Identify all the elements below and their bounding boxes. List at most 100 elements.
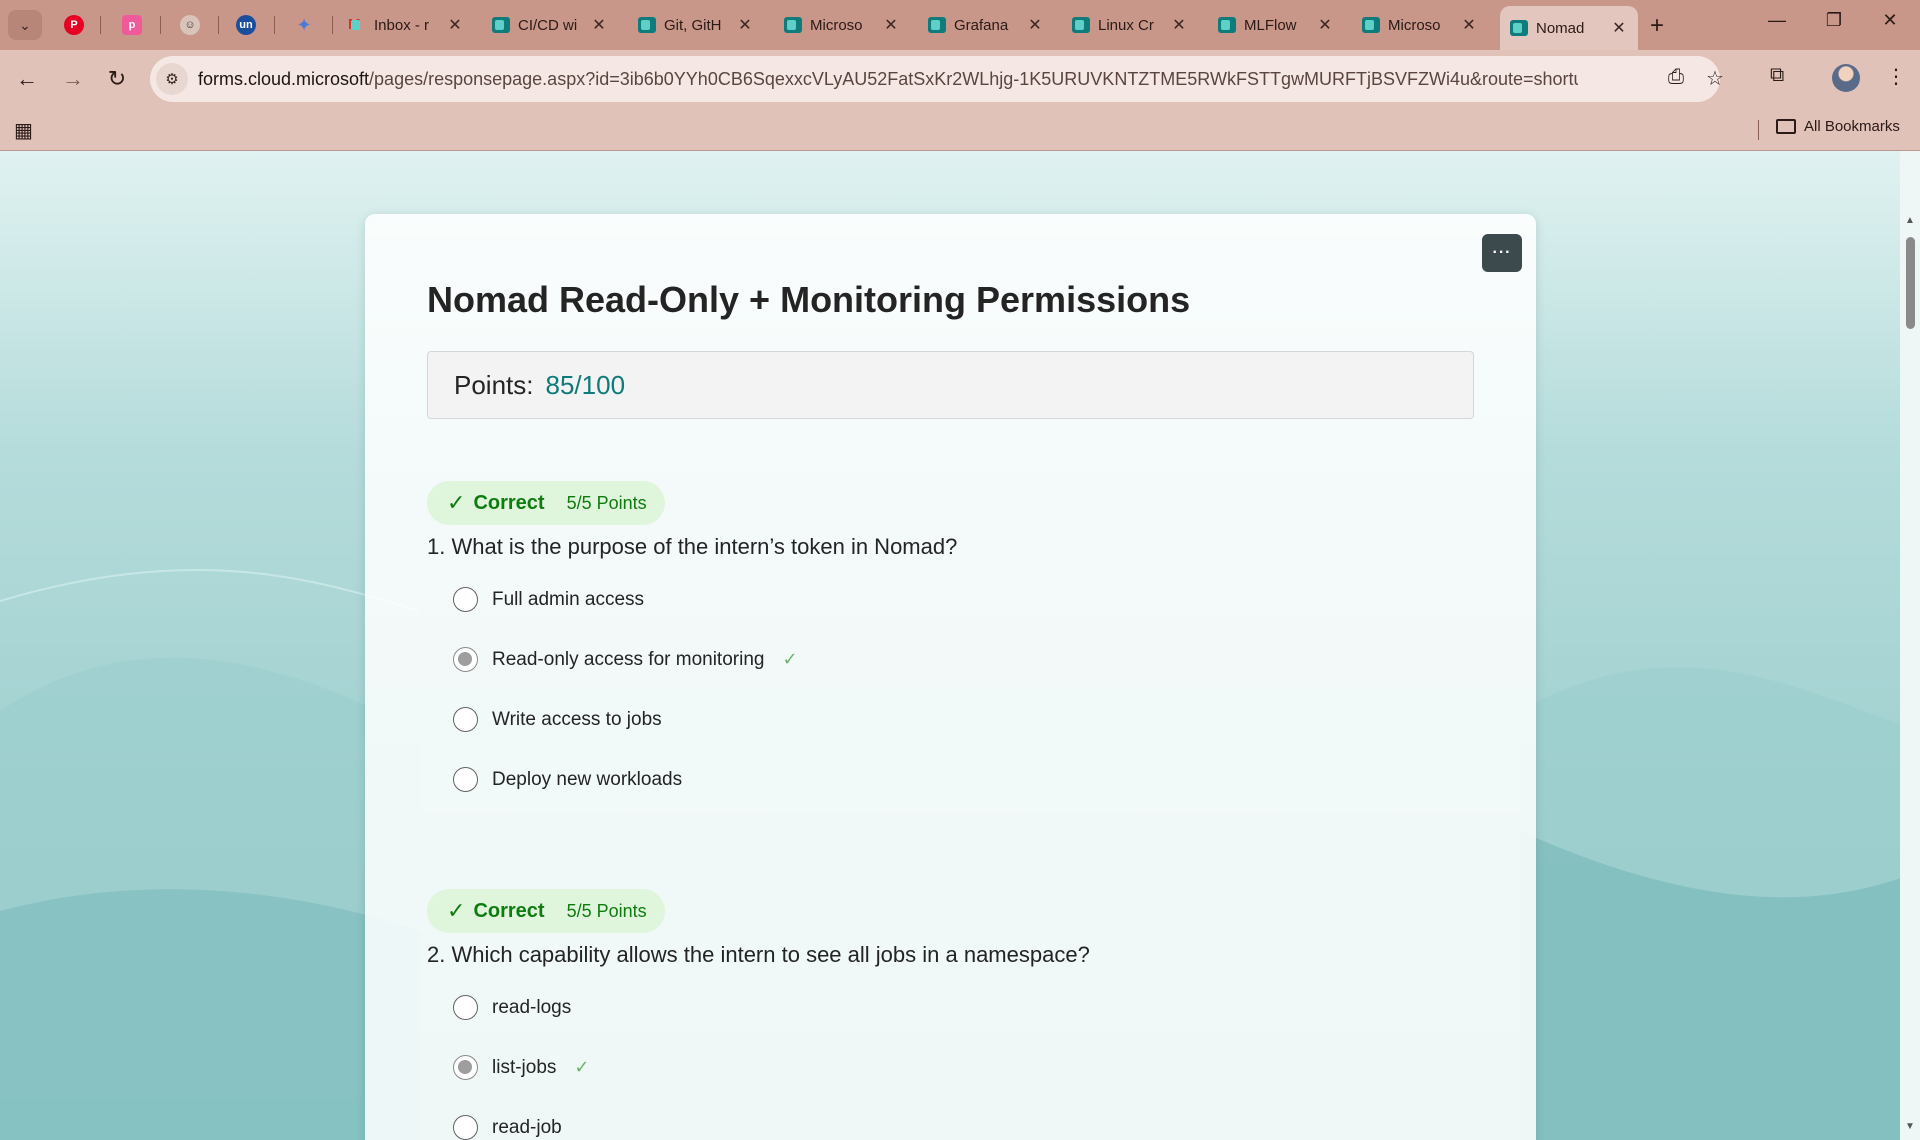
correct-check-icon: ✓ (782, 649, 798, 669)
more-icon: ··· (1492, 244, 1512, 261)
option-item[interactable]: Full admin access (453, 587, 644, 612)
tab-title: Git, GitH (664, 16, 722, 34)
checkmark-icon: ✓ (447, 898, 466, 923)
chevron-down-icon: ⌄ (19, 16, 31, 33)
points-label: Points: (454, 369, 534, 400)
gemini-icon: ✦ (296, 14, 312, 35)
close-icon[interactable]: ✕ (1460, 15, 1478, 35)
minimize-button[interactable]: — (1757, 10, 1797, 31)
close-icon[interactable]: ✕ (736, 15, 754, 35)
scrollbar-thumb[interactable] (1906, 237, 1915, 329)
result-status: Correct (473, 899, 545, 922)
reload-icon: ↻ (107, 66, 127, 91)
result-status: Correct (473, 491, 545, 514)
reload-button[interactable]: ↻ (102, 64, 132, 94)
result-badge: ✓ Correct 5/5 Points (427, 889, 665, 933)
tab-title: CI/CD wi (518, 16, 578, 34)
tab-nomad[interactable]: Nomad ✕ (1500, 6, 1638, 50)
forward-button[interactable]: → (58, 64, 88, 94)
pinned-tab-gemini[interactable]: ✦ (286, 10, 322, 40)
option-item[interactable]: list-jobs ✓ (453, 1055, 590, 1080)
option-item[interactable]: Write access to jobs (453, 707, 662, 732)
tab-strip: ⌄ P p ☺ un ✦ M Inbox - r ✕ CI/CD wi ✕ Gi… (0, 0, 1920, 50)
new-tab-button[interactable]: + (1650, 12, 1664, 40)
back-button[interactable]: ← (12, 64, 42, 94)
radio-button[interactable] (453, 587, 478, 612)
kebab-menu-icon[interactable]: ⋮ (1886, 64, 1906, 89)
restore-icon: ❐ (1825, 10, 1843, 30)
apps-grid-icon[interactable]: ▦ (14, 118, 33, 143)
all-bookmarks-button[interactable]: All Bookmarks (1776, 118, 1900, 135)
address-bar[interactable]: ⚙ forms.cloud.microsoft/pages/responsepa… (150, 56, 1724, 102)
tab-cicd[interactable]: CI/CD wi ✕ (482, 8, 618, 42)
pinterest-icon: P (64, 15, 84, 35)
result-points: 5/5 Points (566, 900, 647, 921)
tab-search-button[interactable]: ⌄ (8, 10, 42, 40)
tab-grafana[interactable]: Grafana ✕ (918, 8, 1054, 42)
pinned-tab-picsart[interactable]: p (114, 10, 150, 40)
forms-icon (1218, 17, 1236, 33)
radio-button[interactable] (453, 707, 478, 732)
tab-title: Microso (1388, 16, 1441, 34)
avatar-icon: ☺ (180, 15, 200, 35)
radio-button[interactable] (453, 995, 478, 1020)
tab-title: Microso (810, 16, 863, 34)
arrow-right-icon: → (62, 66, 84, 91)
question-text: 1. What is the purpose of the intern’s t… (427, 534, 958, 559)
radio-button-selected[interactable] (453, 647, 478, 672)
points-summary: Points: 85/100 (427, 351, 1474, 419)
option-label: Deploy new workloads (492, 768, 683, 790)
option-item[interactable]: read-job (453, 1115, 562, 1140)
forms-icon (784, 17, 802, 33)
tab-microsoft-2[interactable]: Microso ✕ (1352, 8, 1488, 42)
url-text[interactable]: forms.cloud.microsoft/pages/responsepage… (198, 69, 1578, 90)
forms-icon (492, 17, 510, 33)
close-icon[interactable]: ✕ (1170, 15, 1188, 35)
bookmark-star-icon[interactable]: ☆ (1706, 66, 1724, 91)
scroll-up-icon[interactable]: ▲ (1905, 215, 1915, 226)
option-label: list-jobs (492, 1056, 557, 1078)
option-item[interactable]: read-logs (453, 995, 571, 1020)
radio-button-selected[interactable] (453, 1055, 478, 1080)
close-icon[interactable]: ✕ (590, 15, 608, 35)
site-info-icon[interactable]: ⚙ (156, 63, 188, 95)
close-window-button[interactable]: ✕ (1870, 10, 1910, 31)
tab-separator (100, 16, 101, 34)
pinned-tab-pinterest[interactable]: P (56, 10, 92, 40)
tab-mlflow[interactable]: MLFlow ✕ (1208, 8, 1344, 42)
plus-icon: + (1650, 12, 1665, 39)
profile-avatar[interactable] (1832, 64, 1860, 92)
scroll-down-icon[interactable]: ▼ (1905, 1121, 1915, 1132)
restore-button[interactable]: ❐ (1814, 10, 1854, 31)
tab-git[interactable]: Git, GitH ✕ (628, 8, 764, 42)
option-item[interactable]: Read-only access for monitoring ✓ (453, 647, 798, 672)
install-app-icon[interactable]: ⎙ (1668, 66, 1684, 89)
result-points: 5/5 Points (566, 492, 647, 513)
close-icon[interactable]: ✕ (882, 15, 900, 35)
close-icon[interactable]: ✕ (446, 15, 464, 35)
tab-microsoft-1[interactable]: Microso ✕ (774, 8, 910, 42)
option-item[interactable]: Deploy new workloads (453, 767, 682, 792)
forms-icon (1072, 17, 1090, 33)
vertical-scrollbar[interactable]: ▲ ▼ (1900, 151, 1920, 1140)
checkmark-icon: ✓ (447, 490, 466, 515)
radio-button[interactable] (453, 767, 478, 792)
tab-linux[interactable]: Linux Cr ✕ (1062, 8, 1198, 42)
close-icon[interactable]: ✕ (1026, 15, 1044, 35)
option-label: Full admin access (492, 588, 645, 610)
picsart-icon: p (122, 15, 142, 35)
browser-chrome: ⌄ P p ☺ un ✦ M Inbox - r ✕ CI/CD wi ✕ Gi… (0, 0, 1920, 151)
pinned-tab-unstop[interactable]: un (228, 10, 264, 40)
tab-inbox[interactable]: M Inbox - r ✕ (338, 8, 474, 42)
tab-separator (332, 16, 333, 34)
pinned-tab-avatar[interactable]: ☺ (172, 10, 208, 40)
bookmarks-bar: ▦ All Bookmarks (0, 108, 1920, 151)
extensions-icon[interactable]: ⧉ (1770, 64, 1784, 87)
more-options-button[interactable]: ··· (1482, 234, 1522, 272)
points-value: 85/100 (545, 369, 626, 400)
tab-separator (218, 16, 219, 34)
close-icon[interactable]: ✕ (1610, 18, 1628, 38)
close-icon[interactable]: ✕ (1316, 15, 1334, 35)
forms-icon (1362, 17, 1380, 33)
radio-button[interactable] (453, 1115, 478, 1140)
